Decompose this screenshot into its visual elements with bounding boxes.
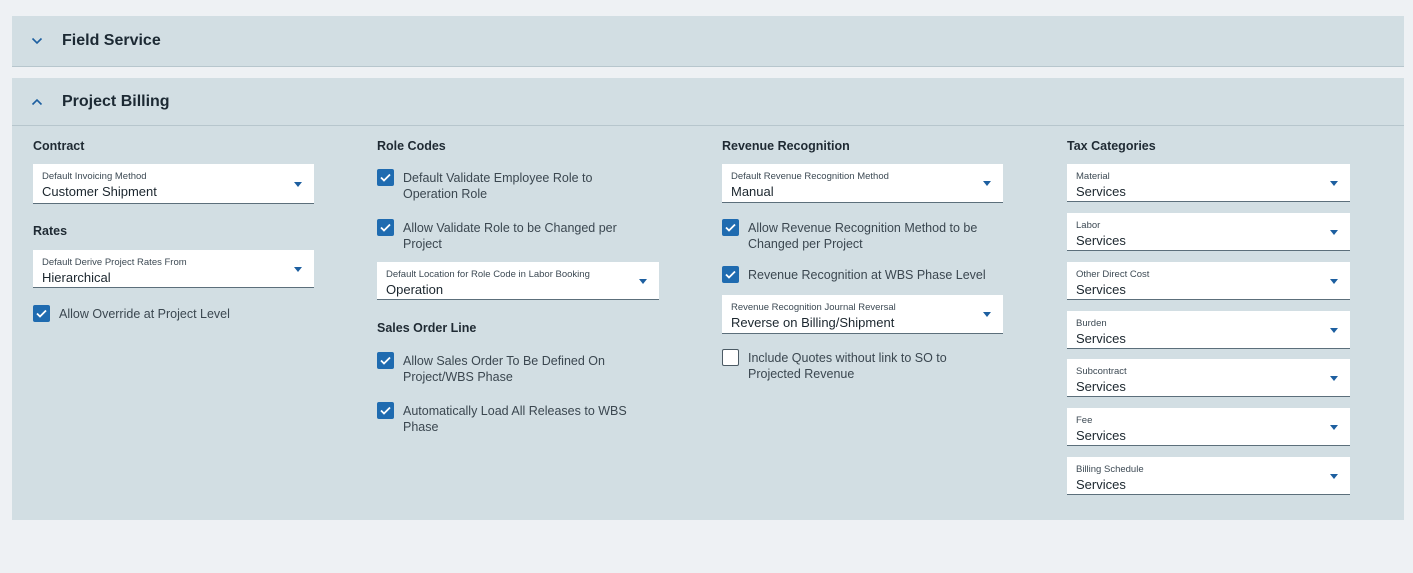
dropdown-label: Billing Schedule — [1076, 464, 1144, 475]
dropdown-value: Services — [1076, 331, 1126, 346]
caret-down-icon — [983, 181, 991, 186]
checkbox-label: Allow Revenue Recognition Method to be C… — [748, 221, 978, 251]
field-service-title: Field Service — [62, 32, 161, 49]
caret-down-icon — [983, 312, 991, 317]
auto-load-releases-checkbox[interactable]: Automatically Load All Releases to WBS P… — [377, 402, 647, 435]
checkbox-label: Default Validate Employee Role to Operat… — [403, 171, 593, 201]
caret-down-icon — [1330, 327, 1338, 333]
caret-down-icon — [294, 266, 302, 272]
revenue-recognition-heading: Revenue Recognition — [722, 139, 850, 153]
check-icon — [377, 402, 394, 419]
checkbox-label: Revenue Recognition at WBS Phase Level — [748, 268, 986, 282]
dropdown-value: Services — [1076, 428, 1126, 443]
check-icon — [377, 219, 394, 236]
dropdown-value: Services — [1076, 477, 1126, 492]
dropdown-value: Services — [1076, 379, 1126, 394]
checkbox-label: Allow Sales Order To Be Defined On Proje… — [403, 354, 605, 384]
contract-heading: Contract — [33, 139, 85, 153]
dropdown-label: Default Location for Role Code in Labor … — [386, 269, 590, 280]
checkbox-label: Allow Validate Role to be Changed per Pr… — [403, 221, 617, 251]
dropdown-label: Fee — [1076, 415, 1093, 426]
dropdown-label: Other Direct Cost — [1076, 269, 1150, 280]
dropdown-value: Operation — [386, 282, 444, 297]
dropdown-value: Manual — [731, 184, 774, 199]
dropdown-label: Default Derive Project Rates From — [42, 257, 187, 268]
allow-sales-order-checkbox[interactable]: Allow Sales Order To Be Defined On Proje… — [377, 352, 647, 385]
caret-down-icon — [639, 278, 647, 284]
include-quotes-checkbox[interactable]: Include Quotes without link to SO to Pro… — [722, 349, 997, 382]
caret-down-icon — [1330, 180, 1338, 186]
tax-other-direct-cost-dropdown[interactable]: Other Direct Cost Services — [1067, 262, 1350, 300]
default-location-role-code-dropdown[interactable]: Default Location for Role Code in Labor … — [377, 262, 659, 300]
tax-labor-dropdown[interactable]: Labor Services — [1067, 213, 1350, 251]
allow-revenue-method-change-checkbox[interactable]: Allow Revenue Recognition Method to be C… — [722, 219, 997, 252]
default-invoicing-method-dropdown[interactable]: Default Invoicing Method Customer Shipme… — [33, 164, 314, 204]
dropdown-value: Reverse on Billing/Shipment — [731, 315, 895, 330]
default-revenue-method-dropdown[interactable]: Default Revenue Recognition Method Manua… — [722, 164, 1003, 203]
dropdown-label: Labor — [1076, 220, 1101, 231]
revenue-journal-reversal-dropdown[interactable]: Revenue Recognition Journal Reversal Rev… — [722, 295, 1003, 334]
tax-fee-dropdown[interactable]: Fee Services — [1067, 408, 1350, 446]
field-service-panel-header[interactable]: Field Service — [12, 16, 1404, 67]
checkbox-empty-icon — [722, 349, 739, 366]
dropdown-value: Services — [1076, 282, 1126, 297]
caret-down-icon — [1330, 375, 1338, 381]
default-derive-rates-dropdown[interactable]: Default Derive Project Rates From Hierar… — [33, 250, 314, 288]
check-icon — [33, 305, 50, 322]
dropdown-value: Services — [1076, 184, 1126, 199]
tax-burden-dropdown[interactable]: Burden Services — [1067, 311, 1350, 349]
check-icon — [722, 219, 739, 236]
dropdown-label: Revenue Recognition Journal Reversal — [731, 302, 896, 313]
validate-employee-role-checkbox[interactable]: Default Validate Employee Role to Operat… — [377, 169, 647, 202]
sales-order-line-heading: Sales Order Line — [377, 321, 477, 335]
rates-heading: Rates — [33, 224, 68, 238]
check-icon — [377, 169, 394, 186]
caret-down-icon — [1330, 473, 1338, 479]
caret-down-icon — [1330, 278, 1338, 284]
checkbox-label: Allow Override at Project Level — [59, 307, 230, 321]
check-icon — [722, 266, 739, 283]
allow-validate-role-change-checkbox[interactable]: Allow Validate Role to be Changed per Pr… — [377, 219, 647, 252]
allow-override-checkbox[interactable]: Allow Override at Project Level — [33, 305, 323, 322]
chevron-up-icon — [12, 98, 62, 106]
check-icon — [377, 352, 394, 369]
tax-material-dropdown[interactable]: Material Services — [1067, 164, 1350, 202]
dropdown-value: Services — [1076, 233, 1126, 248]
dropdown-value: Customer Shipment — [42, 184, 157, 199]
caret-down-icon — [1330, 229, 1338, 235]
dropdown-label: Material — [1076, 171, 1110, 182]
tax-billing-schedule-dropdown[interactable]: Billing Schedule Services — [1067, 457, 1350, 495]
dropdown-label: Subcontract — [1076, 366, 1127, 377]
checkbox-label: Automatically Load All Releases to WBS P… — [403, 404, 627, 434]
role-codes-heading: Role Codes — [377, 139, 446, 153]
caret-down-icon — [294, 181, 302, 187]
tax-categories-heading: Tax Categories — [1067, 139, 1156, 153]
dropdown-label: Default Invoicing Method — [42, 171, 147, 182]
chevron-down-icon — [12, 37, 62, 45]
dropdown-label: Burden — [1076, 318, 1107, 329]
dropdown-value: Hierarchical — [42, 270, 111, 285]
checkbox-label: Include Quotes without link to SO to Pro… — [748, 351, 947, 381]
dropdown-label: Default Revenue Recognition Method — [731, 171, 889, 182]
project-billing-title: Project Billing — [62, 92, 170, 110]
project-billing-panel-header[interactable]: Project Billing — [12, 78, 1404, 126]
tax-subcontract-dropdown[interactable]: Subcontract Services — [1067, 359, 1350, 397]
caret-down-icon — [1330, 424, 1338, 430]
revenue-wbs-phase-level-checkbox[interactable]: Revenue Recognition at WBS Phase Level — [722, 266, 1012, 283]
